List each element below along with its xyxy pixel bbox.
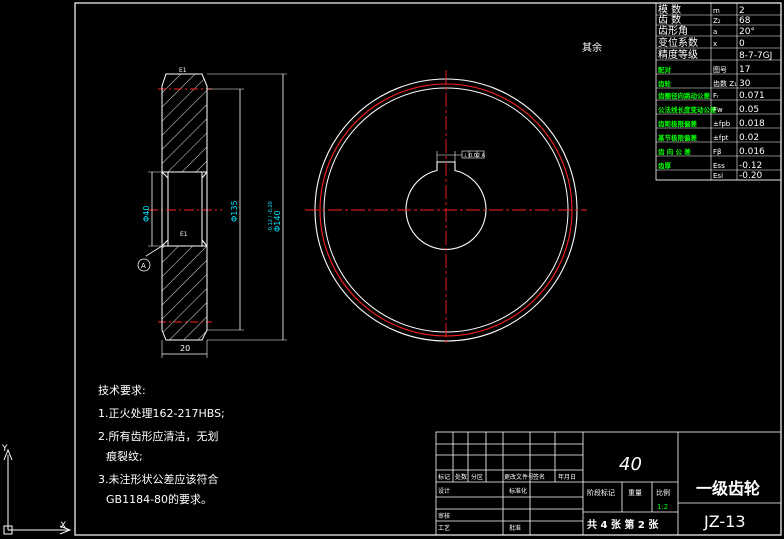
ucs-x-label: X xyxy=(60,521,66,531)
cad-drawing-canvas: Φ40 Φ135 Φ140 -0.12 / -0.20 20 E1 E1 A 其… xyxy=(0,0,784,539)
tb-standardize: 标准化 xyxy=(509,487,527,495)
gear-table-label: 变位系数 xyxy=(658,36,698,49)
tb-drawing-no: JZ-13 xyxy=(703,512,746,531)
requirements-title: 技术要求: xyxy=(98,384,146,397)
gear-table-symbol: m xyxy=(713,7,720,15)
gear-table-symbol: ±fpb xyxy=(713,120,731,128)
dim-hub-label: Φ135 xyxy=(230,200,239,222)
gear-table-label: 齿 向 公 差 xyxy=(658,147,691,156)
tb-weight-label: 重量 xyxy=(628,489,642,497)
gear-table-label: 齿厚 xyxy=(658,161,672,170)
tb-header-1: 处数 xyxy=(455,473,467,481)
dim-outer-tolerance: -0.12 / -0.20 xyxy=(268,201,274,232)
tb-header-0: 标记 xyxy=(438,473,450,481)
gear-table-symbol: Esi xyxy=(713,172,723,180)
gear-table-label: 齿形角 xyxy=(658,25,688,37)
gear-table-label: 配对 xyxy=(658,65,672,74)
gear-table-label: 齿轮 xyxy=(658,79,672,88)
gear-table-value: 17 xyxy=(739,65,750,75)
tb-header-3: 更改文件号 xyxy=(504,473,534,481)
dim-bore-label: Φ40 xyxy=(142,206,151,222)
tb-part-name: 一级齿轮 xyxy=(696,479,760,498)
gear-table-label: 齿圈径向跳动公差 xyxy=(658,91,711,100)
gear-table-value: -0.12 xyxy=(739,161,762,171)
ucs-y-label: Y xyxy=(1,444,8,454)
gear-table-symbol: Fβ xyxy=(713,148,722,156)
gear-table-label: 齿 数 xyxy=(658,13,681,26)
gear-table-symbol: Z₂ xyxy=(713,17,721,25)
gear-table-symbol: x xyxy=(713,40,717,48)
tb-scale-label: 比例 xyxy=(656,488,670,497)
gear-table-value: 0.05 xyxy=(739,105,759,115)
gear-table-value: 20° xyxy=(739,27,755,37)
gear-table-symbol: Fw xyxy=(713,106,723,114)
gear-table-label: 齿距极限偏差 xyxy=(658,119,698,128)
gear-table-value: 68 xyxy=(739,16,751,26)
surface-finish-note: 其余 xyxy=(582,41,602,54)
requirement-item-3b: GB1184-80的要求。 xyxy=(106,492,212,506)
gear-table-value: 30 xyxy=(739,79,751,89)
gear-table-symbol: ±fpt xyxy=(713,134,729,142)
keyway-callout-text: ⊥ 0.02 A xyxy=(463,153,486,159)
section-upper-body xyxy=(161,73,208,173)
gear-table-value: 0.018 xyxy=(739,119,765,129)
datum-a-label: A xyxy=(141,262,146,270)
tb-review: 审核 xyxy=(438,512,450,520)
gear-table-symbol: 图号 xyxy=(713,66,727,74)
tb-process: 工艺 xyxy=(438,524,450,532)
requirement-item-3: 3.未注形状公差应该符合 xyxy=(98,472,219,486)
gear-table-value: -0.20 xyxy=(739,171,763,181)
gear-table-value: 0.016 xyxy=(739,147,765,157)
gear-table-value: 0.071 xyxy=(739,91,765,101)
gear-table-symbol: a xyxy=(713,28,717,36)
requirement-item-2b: 痕裂纹; xyxy=(106,449,143,463)
requirement-item-1: 1.正火处理162-217HBS; xyxy=(98,407,225,420)
gear-table-label: 基节极限偏差 xyxy=(657,133,698,142)
gear-table-label: 公法线长度变动公差 xyxy=(658,105,717,114)
gear-table-label: 精度等级 xyxy=(658,48,698,61)
gear-table-symbol: 齿数 Z₁ xyxy=(713,79,737,88)
gear-table-value: 2 xyxy=(739,6,745,16)
section-lower-body xyxy=(161,245,208,341)
tb-scale-value: 1:2 xyxy=(657,503,668,511)
tb-material: 40 xyxy=(619,454,642,475)
tb-header-4: 签名 xyxy=(533,473,545,481)
dim-outer-label: Φ140 xyxy=(273,210,282,232)
tb-header-2: 分区 xyxy=(471,473,483,481)
tb-approve: 批准 xyxy=(509,524,521,532)
section-label-top: E1 xyxy=(179,67,187,74)
gear-table-symbol: Fᵣ xyxy=(713,92,719,100)
gear-table-value: 8-7-7GJ xyxy=(739,51,772,61)
requirement-item-2: 2.所有齿形应清洁，无划 xyxy=(98,429,219,443)
tb-header-5: 年月日 xyxy=(558,473,576,481)
gear-table-symbol: Ess xyxy=(713,162,725,170)
gear-table-value: 0 xyxy=(739,39,745,49)
tb-sheets: 共 4 张 第 2 张 xyxy=(587,518,659,531)
section-label-bottom: E1 xyxy=(180,231,188,238)
dim-width-label: 20 xyxy=(180,344,190,353)
tb-design: 设计 xyxy=(438,487,450,495)
tb-stage-label: 阶段标记 xyxy=(587,488,615,497)
gear-table-value: 0.02 xyxy=(739,133,759,143)
